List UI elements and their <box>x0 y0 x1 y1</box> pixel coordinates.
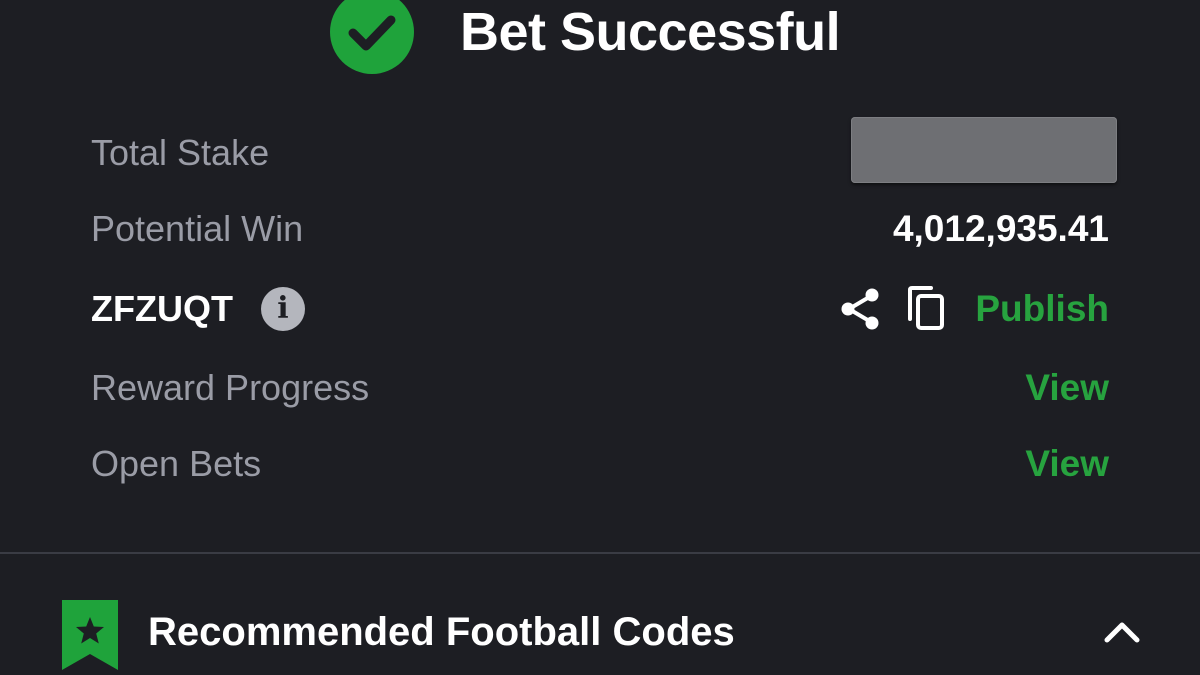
chevron-up-icon[interactable] <box>1102 618 1142 646</box>
booking-code-row: ZFZUQT i Publish <box>91 279 1109 339</box>
bookmark-star-icon <box>62 600 118 670</box>
open-bets-row: Open Bets View <box>91 434 1109 494</box>
total-stake-row: Total Stake <box>91 117 1117 183</box>
open-bets-label: Open Bets <box>91 443 262 484</box>
publish-button[interactable]: Publish <box>975 288 1109 330</box>
info-icon[interactable]: i <box>261 287 305 331</box>
potential-win-value: 4,012,935.41 <box>892 208 1109 249</box>
open-bets-view-link[interactable]: View <box>1025 443 1109 485</box>
recommended-title: Recommended Football Codes <box>148 610 735 654</box>
potential-win-row: Potential Win 4,012,935.41 <box>91 199 1109 259</box>
reward-progress-view-link[interactable]: View <box>1025 367 1109 409</box>
potential-win-label: Potential Win <box>91 208 304 249</box>
check-circle-icon <box>330 0 414 74</box>
share-icon[interactable] <box>838 287 882 331</box>
recommended-section-header[interactable]: Recommended Football Codes <box>0 596 1200 675</box>
bet-success-screen: Bet Successful Total Stake Potential Win… <box>0 0 1200 675</box>
booking-code[interactable]: ZFZUQT <box>91 288 233 330</box>
copy-icon[interactable] <box>905 285 947 333</box>
reward-progress-row: Reward Progress View <box>91 358 1109 418</box>
reward-progress-label: Reward Progress <box>91 367 370 408</box>
header: Bet Successful <box>0 0 1200 74</box>
divider <box>0 552 1200 554</box>
total-stake-label: Total Stake <box>91 132 270 173</box>
page-title: Bet Successful <box>460 2 841 62</box>
redacted-stake-value <box>851 117 1117 183</box>
